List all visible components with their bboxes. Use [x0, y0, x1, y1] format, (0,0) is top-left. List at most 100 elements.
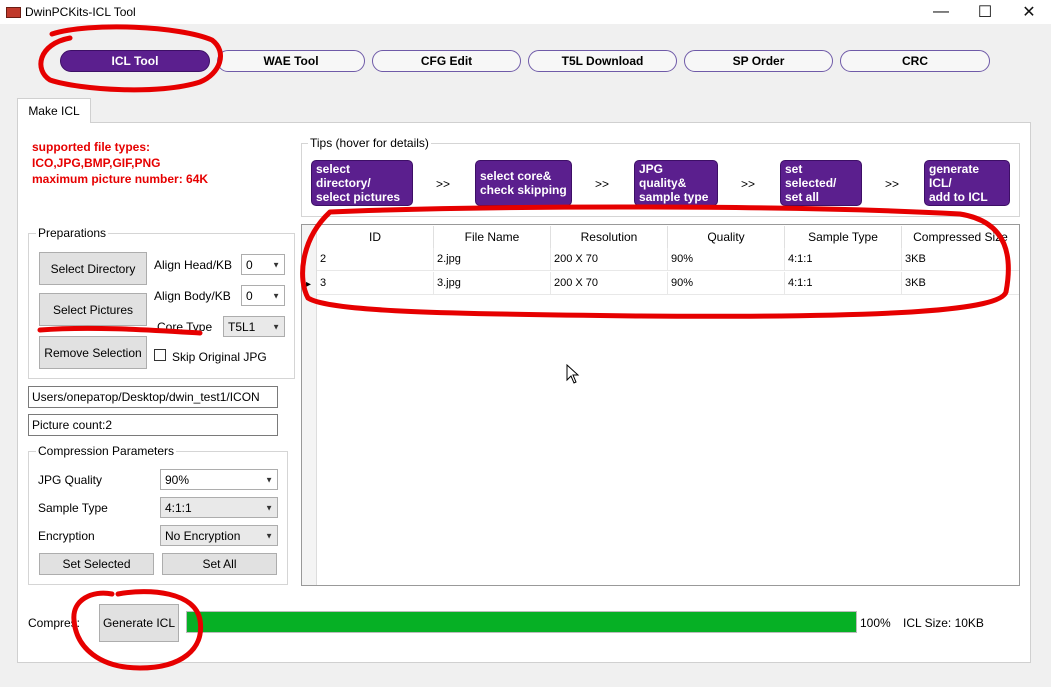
tips-legend: Tips (hover for details) — [308, 136, 431, 150]
picture-count-field: Picture count:2 — [28, 414, 278, 436]
tip-arrow: >> — [741, 177, 756, 191]
align-head-select[interactable]: 0 ▼ — [241, 254, 285, 275]
compress-label: Compres: — [28, 616, 81, 630]
sample-type-label: Sample Type — [38, 501, 108, 515]
maximize-icon: ☐ — [977, 4, 993, 21]
tip-arrow: >> — [885, 177, 900, 191]
align-body-value: 0 — [246, 288, 253, 303]
table-cell[interactable]: 90% — [668, 272, 785, 295]
table-cell[interactable]: 3KB — [902, 248, 1019, 271]
core-type-label: Core Type — [157, 320, 213, 334]
table-cell[interactable]: 4:1:1 — [785, 272, 902, 295]
tip-line: set all — [785, 190, 820, 204]
tip-jpg-quality[interactable]: JPG quality& sample type — [634, 160, 718, 206]
supported-types-list: ICO,JPG,BMP,GIF,PNG — [32, 156, 161, 170]
column-header-compressed-size[interactable]: Compressed Size — [902, 226, 1019, 248]
tab-t5l-download[interactable]: T5L Download — [528, 50, 677, 72]
sample-type-select[interactable]: 4:1:1 ▼ — [160, 497, 278, 518]
maximize-button[interactable]: ☐ — [962, 0, 1008, 24]
column-header-file-name[interactable]: File Name — [434, 226, 551, 248]
encryption-select[interactable]: No Encryption ▼ — [160, 525, 278, 546]
tab-sp-order[interactable]: SP Order — [684, 50, 833, 72]
tip-line: generate ICL/ — [929, 162, 980, 190]
tip-select-directory[interactable]: select directory/select pictures — [311, 160, 413, 206]
tab-cfg-edit[interactable]: CFG Edit — [372, 50, 521, 72]
column-header-quality[interactable]: Quality — [668, 226, 785, 248]
directory-path-field[interactable]: Users/оператор/Desktop/dwin_test1/ICON — [28, 386, 278, 408]
set-all-button[interactable]: Set All — [162, 553, 277, 575]
encryption-label: Encryption — [38, 529, 95, 543]
align-body-select[interactable]: 0 ▼ — [241, 285, 285, 306]
tab-crc[interactable]: CRC — [840, 50, 990, 72]
title-bar — [0, 0, 1051, 24]
tip-set-selected[interactable]: set selected/set all — [780, 160, 862, 206]
generate-icl-button[interactable]: Generate ICL — [99, 604, 179, 642]
icl-size-label: ICL Size: 10KB — [903, 616, 984, 630]
core-type-select[interactable]: T5L1 ▼ — [223, 316, 285, 337]
supported-types-label: supported file types: — [32, 140, 151, 154]
max-picture-label: maximum picture number: 64K — [32, 172, 209, 186]
skip-original-jpg-checkbox[interactable] — [154, 349, 166, 361]
tip-arrow: >> — [595, 177, 610, 191]
tip-generate-icl[interactable]: generate ICL/add to ICL — [924, 160, 1010, 206]
select-directory-button[interactable]: Select Directory — [39, 252, 147, 285]
chevron-down-icon: ▼ — [265, 503, 273, 512]
jpg-quality-value: 90% — [165, 472, 190, 487]
mouse-cursor-icon — [566, 364, 580, 384]
current-row-indicator: ▸ — [306, 279, 312, 290]
table-cell[interactable]: 3KB — [902, 272, 1019, 295]
table-cell[interactable]: 2 — [317, 248, 434, 271]
tip-line: JPG quality& — [639, 162, 687, 190]
table-cell[interactable]: 200 X 70 — [551, 272, 668, 295]
app-icon — [6, 7, 21, 18]
tab-wae-tool[interactable]: WAE Tool — [217, 50, 365, 72]
jpg-quality-select[interactable]: 90% ▼ — [160, 469, 278, 490]
tip-line: select pictures — [316, 190, 401, 204]
tip-line: select directory/ — [316, 162, 371, 190]
tab-icl-tool[interactable]: ICL Tool — [60, 50, 210, 72]
minimize-icon: — — [933, 3, 949, 20]
align-body-label: Align Body/KB — [154, 289, 231, 303]
jpg-quality-label: JPG Quality — [38, 473, 103, 487]
column-header-resolution[interactable]: Resolution — [551, 226, 668, 248]
chevron-down-icon: ▼ — [265, 475, 273, 484]
column-header-sample-type[interactable]: Sample Type — [785, 226, 902, 248]
tab-make-icl[interactable]: Make ICL — [17, 98, 91, 123]
tip-line: add to ICL — [929, 190, 988, 204]
table-cell[interactable]: 90% — [668, 248, 785, 271]
table-cell[interactable]: 2.jpg — [434, 248, 551, 271]
compression-legend: Compression Parameters — [36, 444, 177, 458]
tip-line: sample type — [639, 190, 709, 204]
table-cell[interactable]: 3.jpg — [434, 272, 551, 295]
close-icon: ✕ — [1022, 4, 1036, 21]
set-selected-button[interactable]: Set Selected — [39, 553, 154, 575]
column-header-id[interactable]: ID — [317, 226, 434, 248]
core-type-value: T5L1 — [228, 319, 256, 334]
chevron-down-icon: ▼ — [272, 260, 280, 269]
table-cell[interactable]: 4:1:1 — [785, 248, 902, 271]
remove-selection-button[interactable]: Remove Selection — [39, 336, 147, 369]
progress-fill — [187, 612, 856, 632]
chevron-down-icon: ▼ — [265, 531, 273, 540]
tip-arrow: >> — [436, 177, 451, 191]
compression-progress-bar — [186, 611, 857, 633]
encryption-value: No Encryption — [165, 528, 241, 543]
window-title: DwinPCKits-ICL Tool — [25, 5, 136, 19]
table-cell[interactable]: 200 X 70 — [551, 248, 668, 271]
tip-line: check skipping — [480, 183, 567, 197]
align-head-label: Align Head/KB — [154, 258, 233, 272]
chevron-down-icon: ▼ — [272, 291, 280, 300]
sample-type-value: 4:1:1 — [165, 500, 192, 515]
align-head-value: 0 — [246, 257, 253, 272]
minimize-button[interactable]: — — [918, 0, 964, 24]
table-cell[interactable]: 3 — [317, 272, 434, 295]
skip-original-jpg-label: Skip Original JPG — [172, 350, 267, 364]
preparations-legend: Preparations — [36, 226, 109, 240]
tip-line: select core& — [480, 169, 552, 183]
chevron-down-icon: ▼ — [272, 322, 280, 331]
select-pictures-button[interactable]: Select Pictures — [39, 293, 147, 326]
progress-percent: 100% — [860, 616, 891, 630]
close-button[interactable]: ✕ — [1006, 0, 1051, 24]
tip-line: set selected/ — [785, 162, 837, 190]
tip-select-core[interactable]: select core& check skipping — [475, 160, 572, 206]
